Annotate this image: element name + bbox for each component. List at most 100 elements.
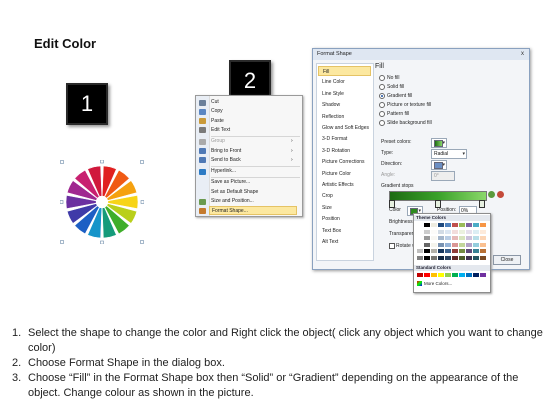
standard-color-swatch[interactable] xyxy=(438,273,444,277)
theme-color-swatch[interactable] xyxy=(431,249,437,253)
radio-slide-background-fill[interactable] xyxy=(379,120,385,126)
theme-color-swatch[interactable] xyxy=(417,249,423,253)
theme-color-swatch[interactable] xyxy=(445,255,451,260)
standard-color-swatch[interactable] xyxy=(459,273,465,277)
category-alt-text[interactable]: Alt Text xyxy=(318,237,371,247)
theme-color-swatch[interactable] xyxy=(424,223,430,227)
theme-color-swatch[interactable] xyxy=(473,236,479,240)
theme-color-swatch[interactable] xyxy=(438,249,444,253)
theme-color-swatch[interactable] xyxy=(459,229,465,234)
menu-item-copy[interactable]: Copy xyxy=(211,107,299,116)
radio-picture-or-texture-fill[interactable] xyxy=(379,102,385,108)
theme-color-swatch[interactable] xyxy=(466,255,472,260)
color-wheel-shape[interactable] xyxy=(60,160,144,244)
theme-color-swatch[interactable] xyxy=(424,236,430,240)
theme-color-swatch[interactable] xyxy=(438,242,444,247)
theme-color-swatch[interactable] xyxy=(473,255,479,260)
selection-handle[interactable] xyxy=(60,160,64,164)
add-stop-icon[interactable] xyxy=(488,191,495,198)
theme-color-swatch[interactable] xyxy=(417,223,423,227)
category-fill[interactable]: Fill xyxy=(318,66,371,76)
theme-color-swatch[interactable] xyxy=(480,236,486,240)
category-crop[interactable]: Crop xyxy=(318,191,371,201)
theme-color-swatch[interactable] xyxy=(452,249,458,253)
theme-color-swatch[interactable] xyxy=(438,229,444,234)
theme-color-swatch[interactable] xyxy=(417,255,423,260)
theme-color-swatch[interactable] xyxy=(452,223,458,227)
remove-stop-icon[interactable] xyxy=(497,191,504,198)
menu-item-save-as-picture[interactable]: Save as Picture... xyxy=(211,178,299,187)
theme-color-swatch[interactable] xyxy=(480,242,486,247)
selection-handle[interactable] xyxy=(60,240,64,244)
standard-color-swatch[interactable] xyxy=(473,273,479,277)
theme-color-swatch[interactable] xyxy=(473,242,479,247)
theme-color-swatch[interactable] xyxy=(431,229,437,234)
selection-handle[interactable] xyxy=(140,200,144,204)
theme-color-swatch[interactable] xyxy=(480,249,486,253)
type-dropdown[interactable]: Radial ▾ xyxy=(431,149,467,159)
theme-color-swatch[interactable] xyxy=(466,223,472,227)
selection-handle[interactable] xyxy=(60,200,64,204)
radio-pattern-fill[interactable] xyxy=(379,111,385,117)
menu-item-hyperlink[interactable]: Hyperlink... xyxy=(211,167,299,176)
category-position[interactable]: Position xyxy=(318,214,371,224)
menu-item-format-shape[interactable]: Format Shape... xyxy=(209,206,297,216)
theme-color-swatch[interactable] xyxy=(473,223,479,227)
category-line-style[interactable]: Line Style xyxy=(318,89,371,99)
theme-color-swatch[interactable] xyxy=(459,236,465,240)
theme-color-swatch[interactable] xyxy=(452,242,458,247)
theme-color-swatch[interactable] xyxy=(438,236,444,240)
standard-color-swatch[interactable] xyxy=(431,273,437,277)
theme-color-swatch[interactable] xyxy=(452,229,458,234)
category-size[interactable]: Size xyxy=(318,203,371,213)
theme-color-swatch[interactable] xyxy=(431,223,437,227)
theme-color-swatch[interactable] xyxy=(473,229,479,234)
category-3-d-rotation[interactable]: 3-D Rotation xyxy=(318,146,371,156)
category-text-box[interactable]: Text Box xyxy=(318,226,371,236)
theme-color-swatch[interactable] xyxy=(417,236,423,240)
category-glow-and-soft-edges[interactable]: Glow and Soft Edges xyxy=(318,123,371,133)
theme-color-swatch[interactable] xyxy=(480,255,486,260)
theme-color-swatch[interactable] xyxy=(480,223,486,227)
selection-handle[interactable] xyxy=(140,160,144,164)
theme-color-swatch[interactable] xyxy=(445,242,451,247)
theme-color-swatch[interactable] xyxy=(459,223,465,227)
theme-color-swatch[interactable] xyxy=(424,255,430,260)
theme-color-swatch[interactable] xyxy=(438,223,444,227)
theme-color-swatch[interactable] xyxy=(431,255,437,260)
theme-color-swatch[interactable] xyxy=(466,229,472,234)
category-picture-corrections[interactable]: Picture Corrections xyxy=(318,157,371,167)
theme-color-swatch[interactable] xyxy=(466,242,472,247)
theme-color-swatch[interactable] xyxy=(424,229,430,234)
direction-dropdown[interactable]: ▾ xyxy=(431,160,447,170)
menu-item-cut[interactable]: Cut xyxy=(211,98,299,107)
radio-gradient-fill[interactable] xyxy=(379,93,385,99)
standard-color-swatch[interactable] xyxy=(417,273,423,277)
theme-color-swatch[interactable] xyxy=(424,242,430,247)
menu-item-send-to-back[interactable]: Send to Back xyxy=(211,156,299,165)
standard-color-swatch[interactable] xyxy=(466,273,472,277)
selection-handle[interactable] xyxy=(100,160,104,164)
close-icon[interactable]: x xyxy=(519,51,526,58)
rotate-checkbox[interactable] xyxy=(389,243,395,249)
theme-color-swatch[interactable] xyxy=(459,255,465,260)
category-shadow[interactable]: Shadow xyxy=(318,100,371,110)
gradient-stop-3[interactable] xyxy=(479,200,485,208)
theme-color-swatch[interactable] xyxy=(445,249,451,253)
menu-item-size-and-position[interactable]: Size and Position... xyxy=(211,197,299,206)
standard-color-swatch[interactable] xyxy=(424,273,430,277)
theme-color-swatch[interactable] xyxy=(473,249,479,253)
theme-color-swatch[interactable] xyxy=(466,236,472,240)
theme-color-swatch[interactable] xyxy=(466,249,472,253)
close-button[interactable]: Close xyxy=(493,255,521,265)
selection-handle[interactable] xyxy=(100,240,104,244)
standard-color-swatch[interactable] xyxy=(480,273,486,277)
category-line-color[interactable]: Line Color xyxy=(318,77,371,87)
radio-no-fill[interactable] xyxy=(379,75,385,81)
menu-item-set-as-default-shape[interactable]: Set as Default Shape xyxy=(211,188,299,197)
theme-color-swatch[interactable] xyxy=(424,249,430,253)
menu-item-group[interactable]: Group xyxy=(211,137,299,146)
standard-color-swatch[interactable] xyxy=(445,273,451,277)
theme-color-swatch[interactable] xyxy=(480,229,486,234)
category-reflection[interactable]: Reflection xyxy=(318,112,371,122)
